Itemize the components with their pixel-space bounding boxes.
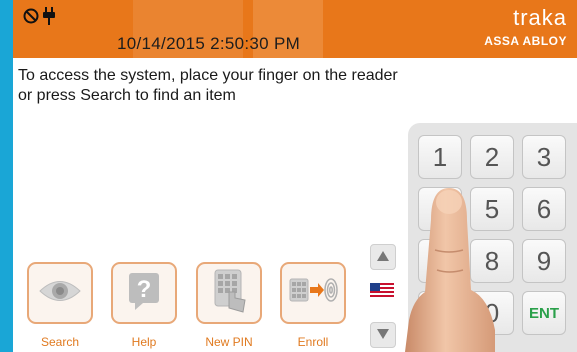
enter-key[interactable]: ENT: [522, 291, 566, 335]
instruction-line-1: To access the system, place your finger …: [18, 67, 398, 84]
enroll-fingerprint-icon: [288, 271, 338, 316]
search-label: Search: [40, 335, 80, 349]
eye-icon: [38, 276, 82, 311]
arrow-down-icon: [377, 326, 389, 344]
no-ac-power-icon: [23, 8, 39, 29]
kiosk-screen: 10/14/2015 2:50:30 PM traka ASSA ABLOY T…: [13, 0, 577, 352]
svg-text:?: ?: [137, 276, 152, 303]
arrow-up-icon: [377, 248, 389, 266]
new-pin-button[interactable]: [196, 262, 262, 324]
keypad-hand-icon: [209, 268, 249, 319]
plug-icon: [43, 6, 55, 30]
question-icon: ?: [127, 271, 161, 316]
brand-name: traka: [513, 5, 567, 30]
key-9[interactable]: 9: [522, 239, 566, 283]
instruction-text: To access the system, place your finger …: [18, 66, 478, 106]
key-3[interactable]: 3: [522, 135, 566, 179]
key-6[interactable]: 6: [522, 187, 566, 231]
finger-overlay: [391, 180, 501, 352]
brand-subtitle: ASSA ABLOY: [484, 34, 567, 48]
new-pin-label: New PIN: [205, 335, 253, 349]
help-label: Help: [131, 335, 157, 349]
enroll-label: Enroll: [297, 335, 329, 349]
search-button[interactable]: [27, 262, 93, 324]
key-1[interactable]: 1: [418, 135, 462, 179]
status-icons: [23, 6, 55, 30]
key-2[interactable]: 2: [470, 135, 514, 179]
enroll-button[interactable]: [280, 262, 346, 324]
help-button[interactable]: ?: [111, 262, 177, 324]
date-time-display: 10/14/2015 2:50:30 PM: [117, 34, 301, 53]
header-bar: 10/14/2015 2:50:30 PM traka ASSA ABLOY: [13, 0, 577, 58]
instruction-line-2: or press Search to find an item: [18, 87, 236, 104]
brand-logo: traka ASSA ABLOY: [484, 5, 567, 49]
